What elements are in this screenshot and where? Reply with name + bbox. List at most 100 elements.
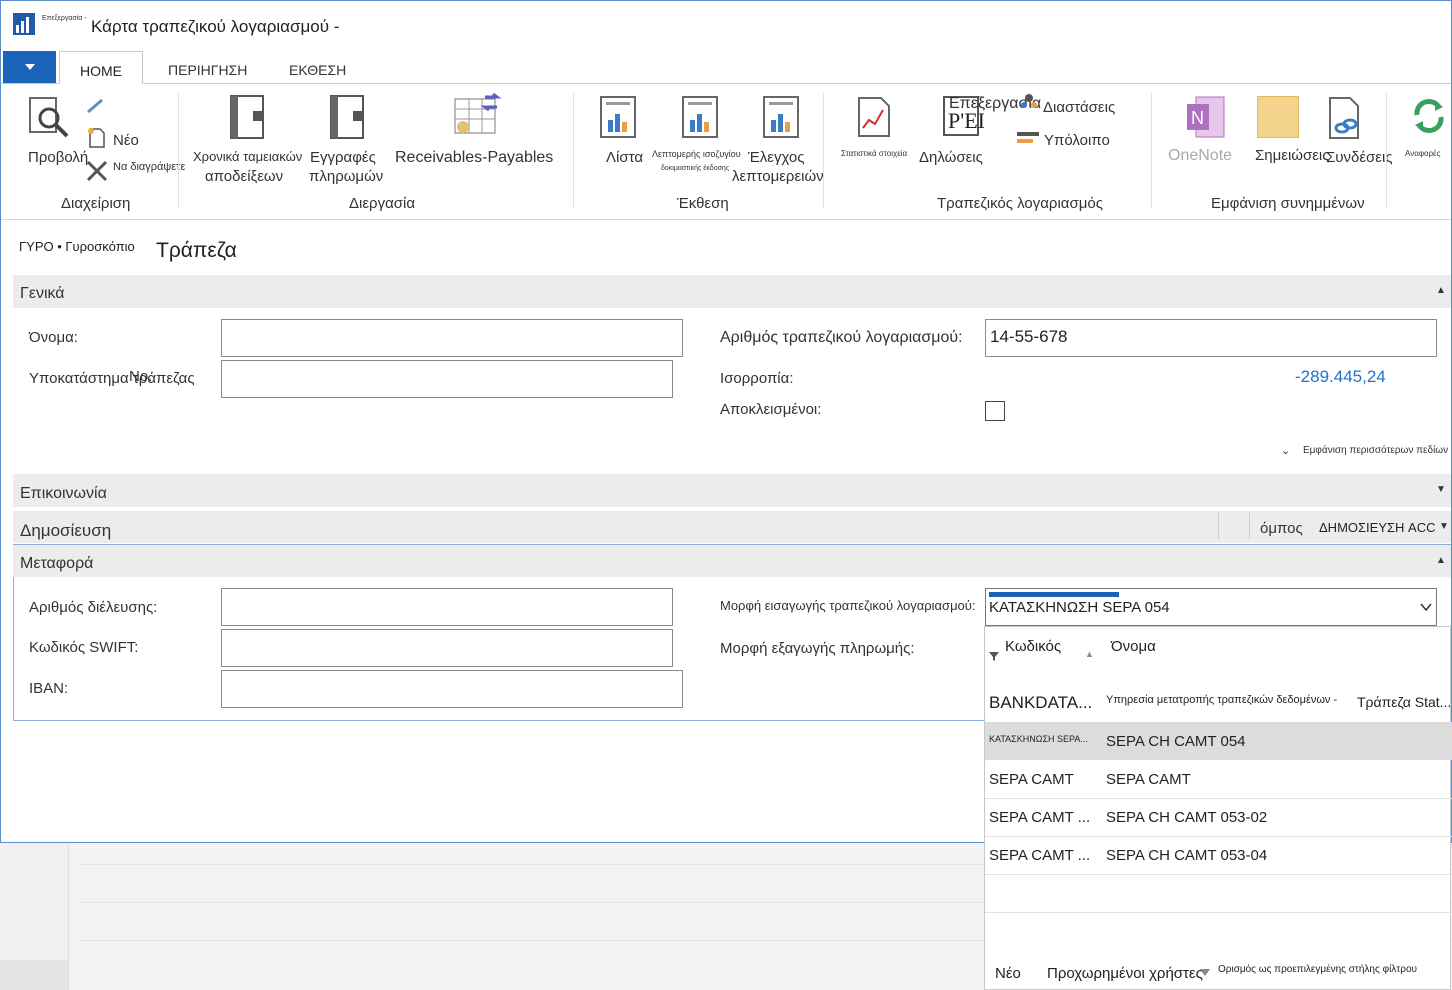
balance-value[interactable]: -289.445,24 xyxy=(1295,367,1386,387)
list-report-button[interactable] xyxy=(600,96,636,143)
refresh-label: Αναφορές xyxy=(1405,149,1441,158)
dropdown-advanced-button[interactable]: Προχωρημένοι χρήστες xyxy=(1047,965,1203,982)
balance-ribbon-label[interactable]: Υπόλοιπο xyxy=(1044,132,1110,149)
blocked-checkbox[interactable] xyxy=(985,401,1005,421)
transit-number-field[interactable] xyxy=(221,588,673,626)
page-title: Τράπεζα xyxy=(156,239,237,262)
window-title: Κάρτα τραπεζικού λογαριασμού - xyxy=(91,17,340,36)
divider xyxy=(1249,513,1250,539)
name-label: Όνομα: xyxy=(29,329,78,346)
receivables-payables-button[interactable] xyxy=(453,92,503,142)
column-header-name[interactable]: Όνομα xyxy=(1111,638,1156,655)
journal-book-icon xyxy=(330,95,364,139)
chevron-down-icon[interactable]: ▼ xyxy=(1439,521,1449,532)
balance-icon[interactable] xyxy=(1015,129,1041,154)
cash-receipt-journals-button[interactable] xyxy=(229,94,265,145)
filter-icon[interactable] xyxy=(988,649,1000,667)
delete-x-icon xyxy=(86,160,108,182)
payment-journals-button[interactable] xyxy=(329,94,365,145)
branch-label: Υποκατάστημα τράπεζας xyxy=(29,370,195,387)
text-selection-highlight xyxy=(989,592,1119,597)
chevron-down-icon[interactable] xyxy=(1420,599,1432,615)
links-button[interactable] xyxy=(1328,96,1364,145)
ribbon-separator xyxy=(823,93,824,208)
dropdown-row[interactable]: SEPA CAMT ... SEPA CH CAMT 053-02 xyxy=(985,798,1452,837)
sort-ascending-icon: ▲ xyxy=(1085,649,1094,659)
divider xyxy=(1218,513,1219,539)
svg-text:N: N xyxy=(1191,108,1204,128)
links-label: Συνδέσεις xyxy=(1326,149,1393,166)
dimensions-icon[interactable] xyxy=(1019,91,1039,116)
section-transfer-title: Μεταφορά xyxy=(20,555,94,572)
dropdown-row[interactable]: SEPA CAMT SEPA CAMT xyxy=(985,760,1452,799)
show-more-fields-link[interactable]: Εμφάνιση περισσότερων πεδίων xyxy=(1303,445,1448,456)
chevron-up-icon[interactable]: ▲ xyxy=(1436,555,1446,566)
onenote-button[interactable]: N xyxy=(1186,96,1226,143)
import-format-dropdown: Κωδικός ▲ Όνομα BANKDATA... Υπηρεσία μετ… xyxy=(984,626,1452,990)
dropdown-new-button[interactable]: Νέο xyxy=(995,965,1021,982)
check-details-button[interactable] xyxy=(763,96,799,143)
section-transfer-header[interactable]: Μεταφορά ▲ xyxy=(13,545,1451,577)
statistics-label: Στατιστικά στοιχεία xyxy=(841,149,908,158)
report-chart-icon xyxy=(600,96,636,138)
cash-receipt-journals-label-1: Χρονικά ταμειακών xyxy=(193,149,303,164)
section-general-title: Γενικά xyxy=(20,285,65,302)
ribbon-separator xyxy=(573,93,574,208)
delete-button[interactable] xyxy=(85,159,109,188)
iban-label: IBAN: xyxy=(29,680,69,697)
dropdown-default-filter-button[interactable]: Ορισμός ως προεπιλεγμένης στήλης φίλτρου xyxy=(1218,964,1417,975)
chevron-up-icon[interactable]: ▲ xyxy=(1436,285,1446,296)
delete-label[interactable]: Να διαγράψετε xyxy=(113,161,185,173)
row-extra: Τράπεζα Stat... xyxy=(1357,694,1452,710)
group-process: Διεργασία xyxy=(349,195,416,212)
cash-receipt-journals-label-2: αποδείξεων xyxy=(205,168,284,185)
account-number-field[interactable]: 14-55-678 xyxy=(985,319,1437,357)
edit-pencil-icon[interactable] xyxy=(85,97,107,120)
view-button[interactable] xyxy=(27,96,73,145)
onenote-label: OneNote xyxy=(1168,147,1233,164)
tab-report[interactable]: ΕΚΘΕΣΗ xyxy=(289,62,346,78)
section-communication-header[interactable]: Επικοινωνία ▼ xyxy=(13,474,1451,507)
new-label[interactable]: Νέο xyxy=(113,132,139,149)
import-format-combobox[interactable]: ΚΑΤΑΣΚΗΝΩΣΗ SEPA 054 xyxy=(985,588,1437,626)
section-general-header[interactable]: Γενικά ▲ xyxy=(13,275,1451,308)
refresh-button[interactable] xyxy=(1411,97,1447,140)
column-header-code[interactable]: Κωδικός xyxy=(1005,638,1061,655)
notes-button[interactable] xyxy=(1257,96,1299,138)
iban-field[interactable] xyxy=(221,670,683,708)
row-name: SEPA CH CAMT 054 xyxy=(1106,733,1246,750)
name-field[interactable] xyxy=(221,319,683,357)
posting-acc-text: ΔΗΜΟΣΙΕΥΣΗ ACC xyxy=(1319,520,1436,535)
section-communication-title: Επικοινωνία xyxy=(20,485,107,502)
payment-journals-label-2: πληρωμών xyxy=(309,168,384,185)
app-icon xyxy=(13,13,35,35)
statements-label: Δηλώσεις xyxy=(919,149,983,166)
file-menu-button[interactable] xyxy=(3,51,56,83)
row-code: SEPA CAMT ... xyxy=(989,847,1091,864)
swift-code-label: Κωδικός SWIFT: xyxy=(29,639,139,656)
tab-navigate[interactable]: ΠΕΡΙΗΓΗΣΗ xyxy=(168,62,247,78)
chevron-down-icon[interactable]: ⌄ xyxy=(1281,444,1290,457)
detailed-trial-label-1: Λεπτομερής ισοζυγίου xyxy=(652,149,741,159)
chevron-down-icon[interactable]: ▼ xyxy=(1436,484,1446,495)
posting-group-text: όμπος xyxy=(1260,520,1303,537)
row-name: SEPA CH CAMT 053-04 xyxy=(1106,847,1268,864)
import-format-value: ΚΑΤΑΣΚΗΝΩΣΗ SEPA 054 xyxy=(989,599,1170,616)
statistics-line-chart-icon xyxy=(858,97,890,137)
new-button[interactable] xyxy=(87,127,107,154)
dropdown-row-selected[interactable]: ΚΑΤΑΣΚΗΝΩΣΗ SEPA... SEPA CH CAMT 054 xyxy=(985,722,1452,760)
row-divider xyxy=(985,912,1452,913)
dropdown-row[interactable]: SEPA CAMT ... SEPA CH CAMT 053-04 xyxy=(985,836,1452,875)
swift-code-field[interactable] xyxy=(221,629,673,667)
group-report: Έκθεση xyxy=(677,195,729,212)
view-label: Προβολή xyxy=(28,149,89,166)
statistics-button[interactable] xyxy=(857,96,891,143)
dropdown-row[interactable]: BANKDATA... Υπηρεσία μετατροπής τραπεζικ… xyxy=(985,684,1452,723)
branch-field[interactable] xyxy=(221,360,673,398)
detailed-trial-balance-button[interactable] xyxy=(682,96,718,143)
section-posting-header[interactable]: Δημοσίευση όμπος ΔΗΜΟΣΙΕΥΣΗ ACC ▼ xyxy=(13,511,1451,543)
dimensions-label[interactable]: Διαστάσεις xyxy=(1043,99,1115,116)
table-exchange-icon xyxy=(454,92,502,134)
row-name: SEPA CH CAMT 053-02 xyxy=(1106,809,1268,826)
tab-home[interactable]: HOME xyxy=(59,51,143,84)
